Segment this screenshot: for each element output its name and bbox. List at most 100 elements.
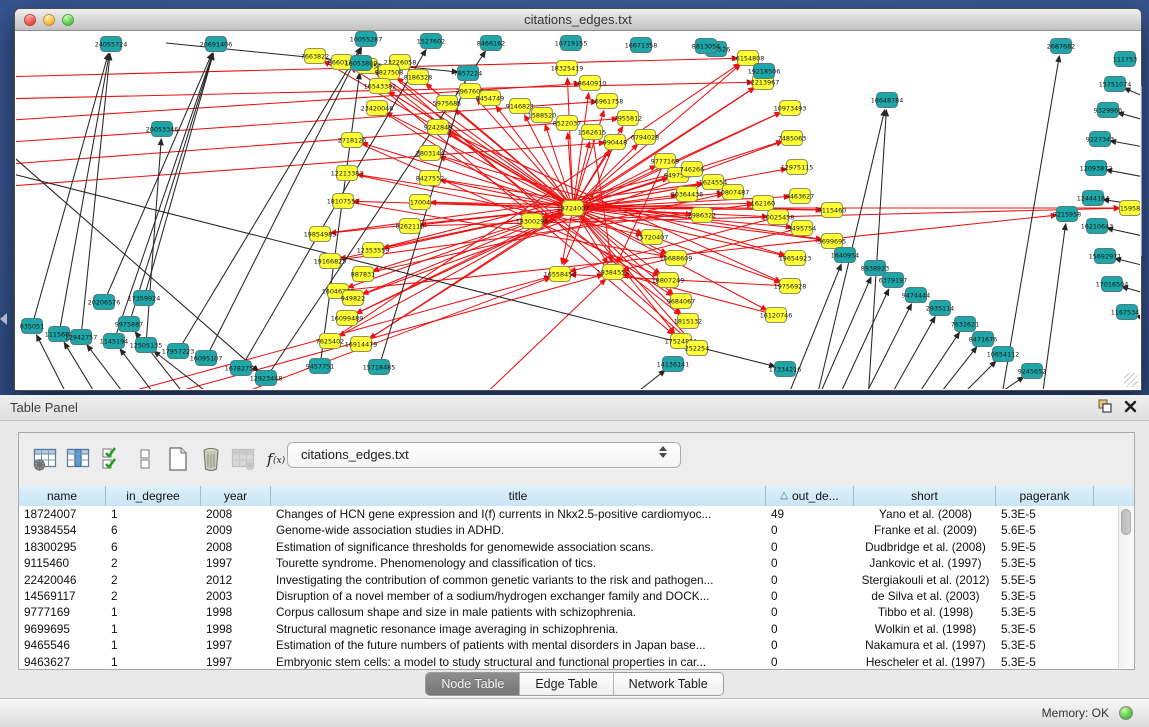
graph-node-yellow[interactable]: 16914479 — [345, 337, 378, 352]
graph-node-yellow[interactable]: 16961758 — [591, 94, 624, 109]
network-view-canvas[interactable]: 1872400776638228660128591295423226058982… — [16, 31, 1140, 389]
tab-node-table[interactable]: Node Table — [426, 673, 520, 695]
graph-node-yellow[interactable]: 9777169 — [651, 154, 679, 169]
table-row[interactable]: 946362711997Embryonic stem cells: a mode… — [19, 654, 1118, 669]
citation-edge-black[interactable] — [59, 54, 109, 334]
graph-node-yellow[interactable]: 18640910 — [574, 76, 607, 91]
graph-node-teal[interactable]: 1145194 — [100, 334, 128, 349]
panel-collapse-arrow-icon[interactable] — [0, 313, 7, 325]
citation-edge-black[interactable] — [886, 317, 935, 389]
graph-node-teal[interactable]: 8466162 — [477, 36, 505, 51]
graph-node-teal[interactable]: 2687682 — [1047, 39, 1075, 54]
graph-node-teal[interactable]: 8813054 — [692, 39, 720, 54]
table-row[interactable]: 1872400712008Changes of HCN gene express… — [19, 506, 1118, 522]
graph-node-teal[interactable]: 12444184 — [1077, 191, 1110, 206]
table-cell[interactable]: Investigating the contribution of common… — [271, 572, 766, 588]
citation-edge-black[interactable] — [861, 304, 911, 389]
graph-node-teal[interactable]: 7857224 — [454, 66, 482, 81]
column-header-in_degree[interactable]: in_degree — [106, 486, 201, 506]
table-cell[interactable]: 0 — [766, 604, 854, 620]
graph-node-teal[interactable]: 16671358 — [625, 38, 658, 53]
graph-node-teal[interactable]: 16648784 — [871, 93, 904, 108]
table-cell[interactable]: 2 — [106, 572, 201, 588]
graph-node-yellow[interactable]: 1815132 — [674, 314, 702, 329]
graph-node-yellow[interactable]: 9827508 — [375, 65, 403, 80]
citation-edge-red[interactable] — [573, 93, 589, 208]
graph-node-yellow[interactable]: 12975115 — [781, 160, 814, 175]
graph-node-yellow[interactable]: 949822 — [341, 291, 365, 306]
table-cell[interactable]: 0 — [766, 572, 854, 588]
table-cell[interactable]: 9465546 — [19, 637, 106, 653]
citation-edge-black[interactable] — [87, 345, 131, 389]
citation-edge-black[interactable] — [951, 361, 996, 389]
new-table-icon[interactable] — [161, 440, 194, 478]
table-cell[interactable]: 1998 — [201, 604, 271, 620]
graph-node-yellow[interactable]: 9115460 — [818, 203, 846, 218]
table-cell[interactable]: 1997 — [201, 555, 271, 571]
table-cell[interactable]: 1 — [106, 604, 201, 620]
table-cell[interactable]: 1 — [106, 637, 201, 653]
table-cell[interactable]: Hescheler et al. (1997) — [854, 654, 996, 669]
table-cell[interactable]: Estimation of significance thresholds fo… — [271, 539, 766, 555]
citation-edge-black[interactable] — [868, 110, 886, 389]
graph-node-teal[interactable]: 16095107 — [190, 351, 223, 366]
table-row[interactable]: 911546021997Tourette syndrome. Phenomeno… — [19, 555, 1118, 571]
graph-node-teal[interactable]: 8471676 — [969, 332, 997, 347]
graph-node-teal[interactable]: 1640954 — [831, 248, 859, 263]
delete-table-icon[interactable] — [194, 440, 227, 478]
citation-edge-black[interactable] — [129, 54, 213, 324]
table-cell[interactable]: 5.3E-5 — [996, 588, 1094, 604]
graph-node-teal[interactable]: 7632621 — [951, 317, 979, 332]
table-cell[interactable]: Disruption of a novel member of a sodium… — [271, 588, 766, 604]
table-row[interactable]: 946554611997Estimation of the future num… — [19, 637, 1118, 653]
column-header-short[interactable]: short — [854, 486, 996, 506]
citation-edge-black[interactable] — [1124, 88, 1140, 106]
table-cell[interactable]: Stergiakouli et al. (2012) — [854, 572, 996, 588]
table-cell[interactable]: 22420046 — [19, 572, 106, 588]
graph-node-yellow[interactable]: 7663822 — [301, 49, 329, 64]
citation-edge-black[interactable] — [120, 349, 161, 389]
table-cell[interactable]: 2008 — [201, 539, 271, 555]
table-cell[interactable]: Changes of HCN gene expression and I(f) … — [271, 506, 766, 522]
table-cell[interactable]: 9463627 — [19, 654, 106, 669]
graph-node-yellow[interactable]: 9242848 — [424, 120, 452, 135]
citation-edge-black[interactable] — [37, 335, 71, 389]
table-cell[interactable]: 0 — [766, 621, 854, 637]
citation-edge-red[interactable] — [16, 119, 618, 165]
graph-node-yellow[interactable]: 19654923 — [779, 251, 812, 266]
table-cell[interactable]: 2 — [106, 588, 201, 604]
citation-edge-black[interactable] — [911, 332, 959, 389]
citation-edge-black[interactable] — [1110, 141, 1140, 151]
graph-node-teal[interactable]: 1527602 — [417, 34, 445, 49]
graph-node-yellow[interactable]: 17004 — [410, 195, 431, 210]
table-cell[interactable]: 5.6E-5 — [996, 522, 1094, 538]
graph-node-teal[interactable]: 2935114 — [926, 301, 954, 316]
graph-node-teal[interactable]: 17016504 — [1096, 277, 1129, 292]
table-cell[interactable]: Franke et al. (2009) — [854, 522, 996, 538]
table-row[interactable]: 1456911722003Disruption of a novel membe… — [19, 588, 1118, 604]
select-rows-icon[interactable] — [95, 440, 128, 478]
graph-node-yellow[interactable]: 12353559 — [357, 243, 390, 258]
table-cell[interactable]: 2012 — [201, 572, 271, 588]
table-cell[interactable]: 5.3E-5 — [996, 621, 1094, 637]
table-cell[interactable]: Nakamura et al. (1997) — [854, 637, 996, 653]
table-cell[interactable]: Corpus callosum shape and size in male p… — [271, 604, 766, 620]
table-cell[interactable]: 0 — [766, 555, 854, 571]
graph-node-teal[interactable]: 835051 — [20, 319, 44, 334]
table-cell[interactable]: 6 — [106, 539, 201, 555]
table-cell[interactable]: Genome-wide association studies in ADHD. — [271, 522, 766, 538]
column-header-pagerank[interactable]: pagerank — [996, 486, 1094, 506]
graph-node-yellow[interactable]: 8262110 — [396, 219, 424, 234]
column-edit-icon[interactable] — [62, 440, 95, 478]
graph-node-teal[interactable]: 17359924 — [128, 291, 161, 306]
graph-node-yellow[interactable]: 10025458 — [762, 210, 795, 225]
table-cell[interactable]: 5.5E-5 — [996, 572, 1094, 588]
graph-node-teal[interactable]: 12093872 — [1080, 161, 1113, 176]
graph-node-teal[interactable]: 14136141 — [657, 357, 690, 372]
table-cell[interactable]: 18724007 — [19, 506, 106, 522]
table-cell[interactable]: 9115460 — [19, 555, 106, 571]
column-header-year[interactable]: year — [201, 486, 271, 506]
graph-node-yellow[interactable]: 746266 — [680, 162, 704, 177]
citation-edge-black[interactable] — [816, 277, 871, 389]
graph-node-teal[interactable]: 11675342 — [1111, 305, 1140, 320]
